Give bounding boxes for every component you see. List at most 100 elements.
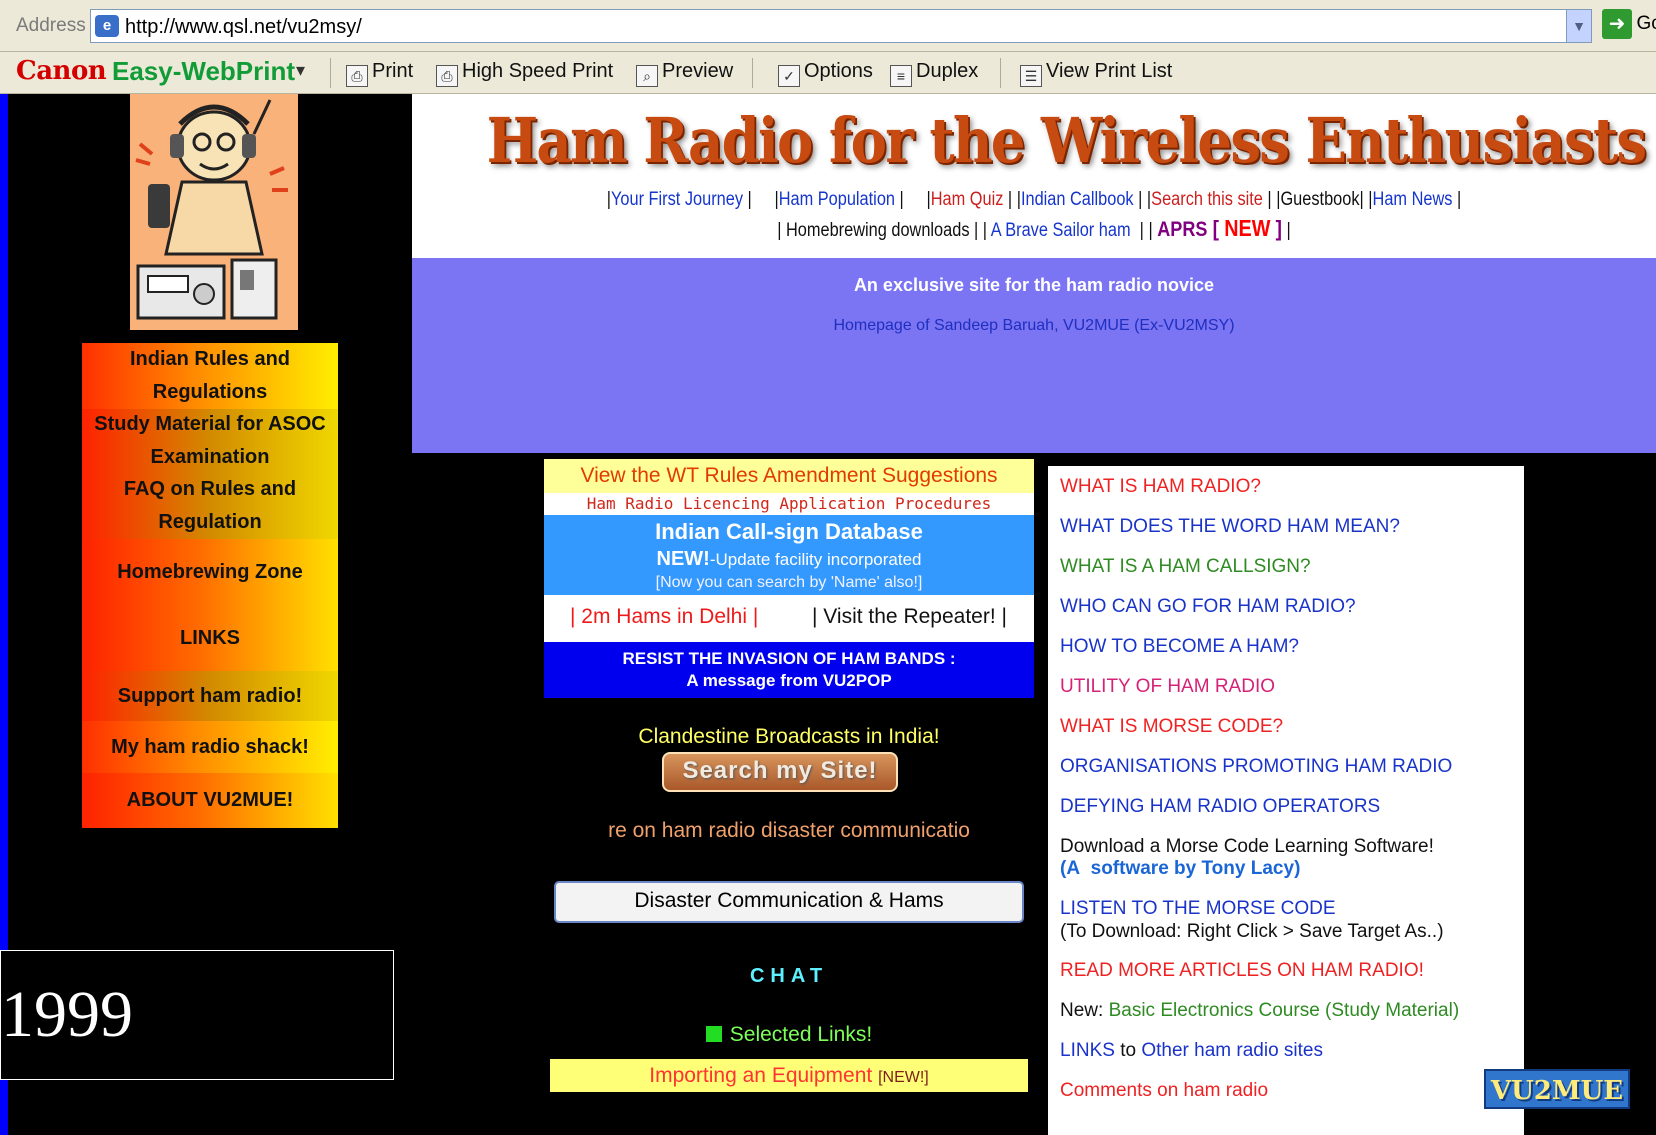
basic-electronics-row: New: Basic Electronics Course (Study Mat…: [1060, 1000, 1460, 1021]
address-bar: Address e http://www.qsl.net/vu2msy/ ▼ ➜…: [0, 0, 1656, 52]
faq-organisations[interactable]: ORGANISATIONS PROMOTING HAM RADIO: [1060, 756, 1452, 778]
green-square-icon: [705, 1026, 722, 1042]
faq-who-can-go[interactable]: WHO CAN GO FOR HAM RADIO?: [1060, 596, 1356, 618]
hams-delhi-link[interactable]: | 2m Hams in Delhi |: [570, 605, 758, 629]
nav-search[interactable]: Search this site: [1151, 189, 1263, 210]
visit-repeater-link[interactable]: | Visit the Repeater! |: [812, 605, 1007, 629]
wt-rules-link[interactable]: View the WT Rules Amendment Suggestions: [544, 459, 1034, 493]
magnifier-page-icon: ⌕: [636, 65, 658, 87]
listen-morse-link[interactable]: LISTEN TO THE MORSE CODE: [1060, 898, 1336, 920]
importing-equipment-link[interactable]: Importing an Equipment [NEW!]: [550, 1059, 1028, 1092]
clandestine-link[interactable]: Clandestine Broadcasts in India!: [544, 725, 1034, 749]
print-button[interactable]: ⎙ Print: [346, 60, 413, 87]
new-flag: NEW!: [656, 548, 710, 570]
second-nav-row: | Homebrewing downloads | | A Brave Sail…: [777, 215, 1291, 241]
faq-morse[interactable]: WHAT IS MORSE CODE?: [1060, 716, 1283, 738]
toolbar-divider: [1000, 58, 1001, 88]
year-caption: 1999: [1, 978, 133, 1051]
fast-printer-icon: ⎙: [436, 65, 458, 87]
nav-callbook[interactable]: Indian Callbook: [1021, 189, 1134, 210]
nav-brave-sailor[interactable]: A Brave Sailor ham: [991, 220, 1131, 241]
nav-guestbook[interactable]: Guestbook: [1280, 189, 1359, 210]
other-sites-link[interactable]: Other ham radio sites: [1141, 1040, 1323, 1061]
tagline-band: An exclusive site for the ham radio novi…: [412, 258, 1656, 453]
go-button[interactable]: ➜ Go: [1602, 9, 1656, 43]
menu-faq-rules[interactable]: FAQ on Rules and Regulation: [82, 473, 338, 539]
canon-logo: Canon: [16, 56, 107, 86]
menu-shack[interactable]: My ham radio shack!: [82, 721, 338, 773]
search-my-site-button[interactable]: Search my Site!: [662, 752, 898, 792]
nav-aprs[interactable]: APRS: [1157, 218, 1207, 241]
basic-electronics-link[interactable]: Basic Electronics Course (Study Material…: [1109, 1000, 1460, 1021]
faq-word-ham[interactable]: WHAT DOES THE WORD HAM MEAN?: [1060, 516, 1400, 538]
local-links-row: | 2m Hams in Delhi | | Visit the Repeate…: [544, 595, 1034, 642]
scrolling-marquee: re on ham radio disaster communicatio: [608, 819, 970, 842]
selected-links-link[interactable]: Selected Links!: [544, 1023, 1034, 1047]
menu-study-material[interactable]: Study Material for ASOC Examination: [82, 409, 338, 473]
faq-defying[interactable]: DEFYING HAM RADIO OPERATORS: [1060, 796, 1380, 818]
morse-credit: (A software by Tony Lacy): [1060, 858, 1301, 879]
links-row: LINKS to Other ham radio sites: [1060, 1040, 1323, 1061]
go-arrow-icon: ➜: [1602, 9, 1632, 39]
update-line: NEW!-Update facility incorporated: [656, 548, 922, 570]
morse-software-link[interactable]: Download a Morse Code Learning Software!: [1060, 836, 1434, 858]
nav-population[interactable]: Ham Population: [779, 189, 895, 210]
left-menu: Indian Rules and Regulations Study Mater…: [82, 343, 338, 848]
duplex-button[interactable]: ≡ Duplex: [890, 60, 978, 87]
callsign-title: Indian Call-sign Database: [655, 519, 923, 544]
menu-homebrewing[interactable]: Homebrewing Zone: [82, 539, 338, 605]
download-hint: (To Download: Right Click > Save Target …: [1060, 921, 1444, 942]
page-icon: e: [95, 15, 119, 37]
menu-support[interactable]: Support ham radio!: [82, 671, 338, 721]
high-speed-print-button[interactable]: ⎙ High Speed Print: [436, 60, 613, 87]
faq-become-ham[interactable]: HOW TO BECOME A HAM?: [1060, 636, 1299, 658]
toolbar-divider: [752, 58, 753, 88]
menu-about[interactable]: ABOUT VU2MUE!: [82, 773, 338, 828]
top-nav-row: |Your First Journey | |Ham Population | …: [606, 189, 1462, 210]
disaster-communication-button[interactable]: Disaster Communication & Hams: [554, 881, 1024, 923]
nav-quiz[interactable]: Ham Quiz: [931, 189, 1004, 210]
view-print-list-button[interactable]: ☰ View Print List: [1020, 60, 1172, 87]
vu2mue-logo: VU2MUE: [1484, 1069, 1630, 1109]
new-badge: NEW: [1224, 215, 1271, 241]
menu-indian-rules[interactable]: Indian Rules and Regulations: [82, 343, 338, 409]
comments-link[interactable]: Comments on ham radio: [1060, 1080, 1268, 1102]
chevron-down-icon[interactable]: ▼: [1566, 9, 1592, 43]
center-column: View the WT Rules Amendment Suggestions …: [544, 459, 1034, 1135]
tony-lacy-link[interactable]: software by Tony Lacy: [1091, 858, 1294, 879]
licencing-link[interactable]: Ham Radio Licencing Application Procedur…: [544, 493, 1034, 515]
easy-webprint-menu[interactable]: Easy-WebPrint: [112, 56, 295, 87]
callsign-database-box[interactable]: Indian Call-sign Database NEW!-Update fa…: [544, 515, 1034, 595]
read-more-link[interactable]: READ MORE ARTICLES ON HAM RADIO!: [1060, 960, 1424, 982]
duplex-page-icon: ≡: [890, 65, 912, 87]
address-label: Address: [16, 15, 86, 36]
links-link[interactable]: LINKS: [1060, 1040, 1115, 1061]
tagline: An exclusive site for the ham radio novi…: [853, 275, 1215, 295]
checklist-icon: ✓: [778, 65, 800, 87]
go-label: Go: [1636, 13, 1656, 34]
caret-down-icon[interactable]: ▾: [296, 60, 305, 81]
faq-callsign[interactable]: WHAT IS A HAM CALLSIGN?: [1060, 556, 1311, 578]
url-text[interactable]: http://www.qsl.net/vu2msy/: [125, 16, 362, 39]
faq-utility[interactable]: UTILITY OF HAM RADIO: [1060, 676, 1275, 698]
year-caption-box: 1999: [0, 950, 394, 1080]
resist-invasion-link[interactable]: RESIST THE INVASION OF HAM BANDS : A mes…: [544, 642, 1034, 698]
list-icon: ☰: [1020, 65, 1042, 87]
printer-icon: ⎙: [346, 65, 368, 87]
address-field[interactable]: e http://www.qsl.net/vu2msy/: [90, 9, 1570, 43]
menu-links[interactable]: LINKS: [82, 605, 338, 671]
nav-news[interactable]: Ham News: [1373, 189, 1453, 210]
chat-link[interactable]: CHAT: [544, 965, 1034, 988]
print-toolbar: Canon Easy-WebPrint ▾ ⎙ Print ⎙ High Speed…: [0, 52, 1656, 94]
faq-what-is-ham[interactable]: WHAT IS HAM RADIO?: [1060, 476, 1261, 498]
site-banner: Ham Radio for the Wireless Enthusiasts |…: [412, 94, 1656, 258]
toolbar-divider: [330, 58, 331, 88]
ham-operator-cartoon: [130, 94, 298, 330]
homepage-owner: Homepage of Sandeep Baruah, VU2MUE (Ex-V…: [833, 317, 1235, 334]
site-title: Ham Radio for the Wireless Enthusiasts: [486, 104, 1647, 177]
nav-homebrew-downloads[interactable]: Homebrewing downloads: [786, 220, 969, 241]
nav-first-journey[interactable]: Your First Journey: [611, 189, 743, 210]
faq-column: WHAT IS HAM RADIO? WHAT DOES THE WORD HA…: [1048, 466, 1524, 1135]
options-button[interactable]: ✓ Options: [778, 60, 873, 87]
preview-button[interactable]: ⌕ Preview: [636, 60, 733, 87]
